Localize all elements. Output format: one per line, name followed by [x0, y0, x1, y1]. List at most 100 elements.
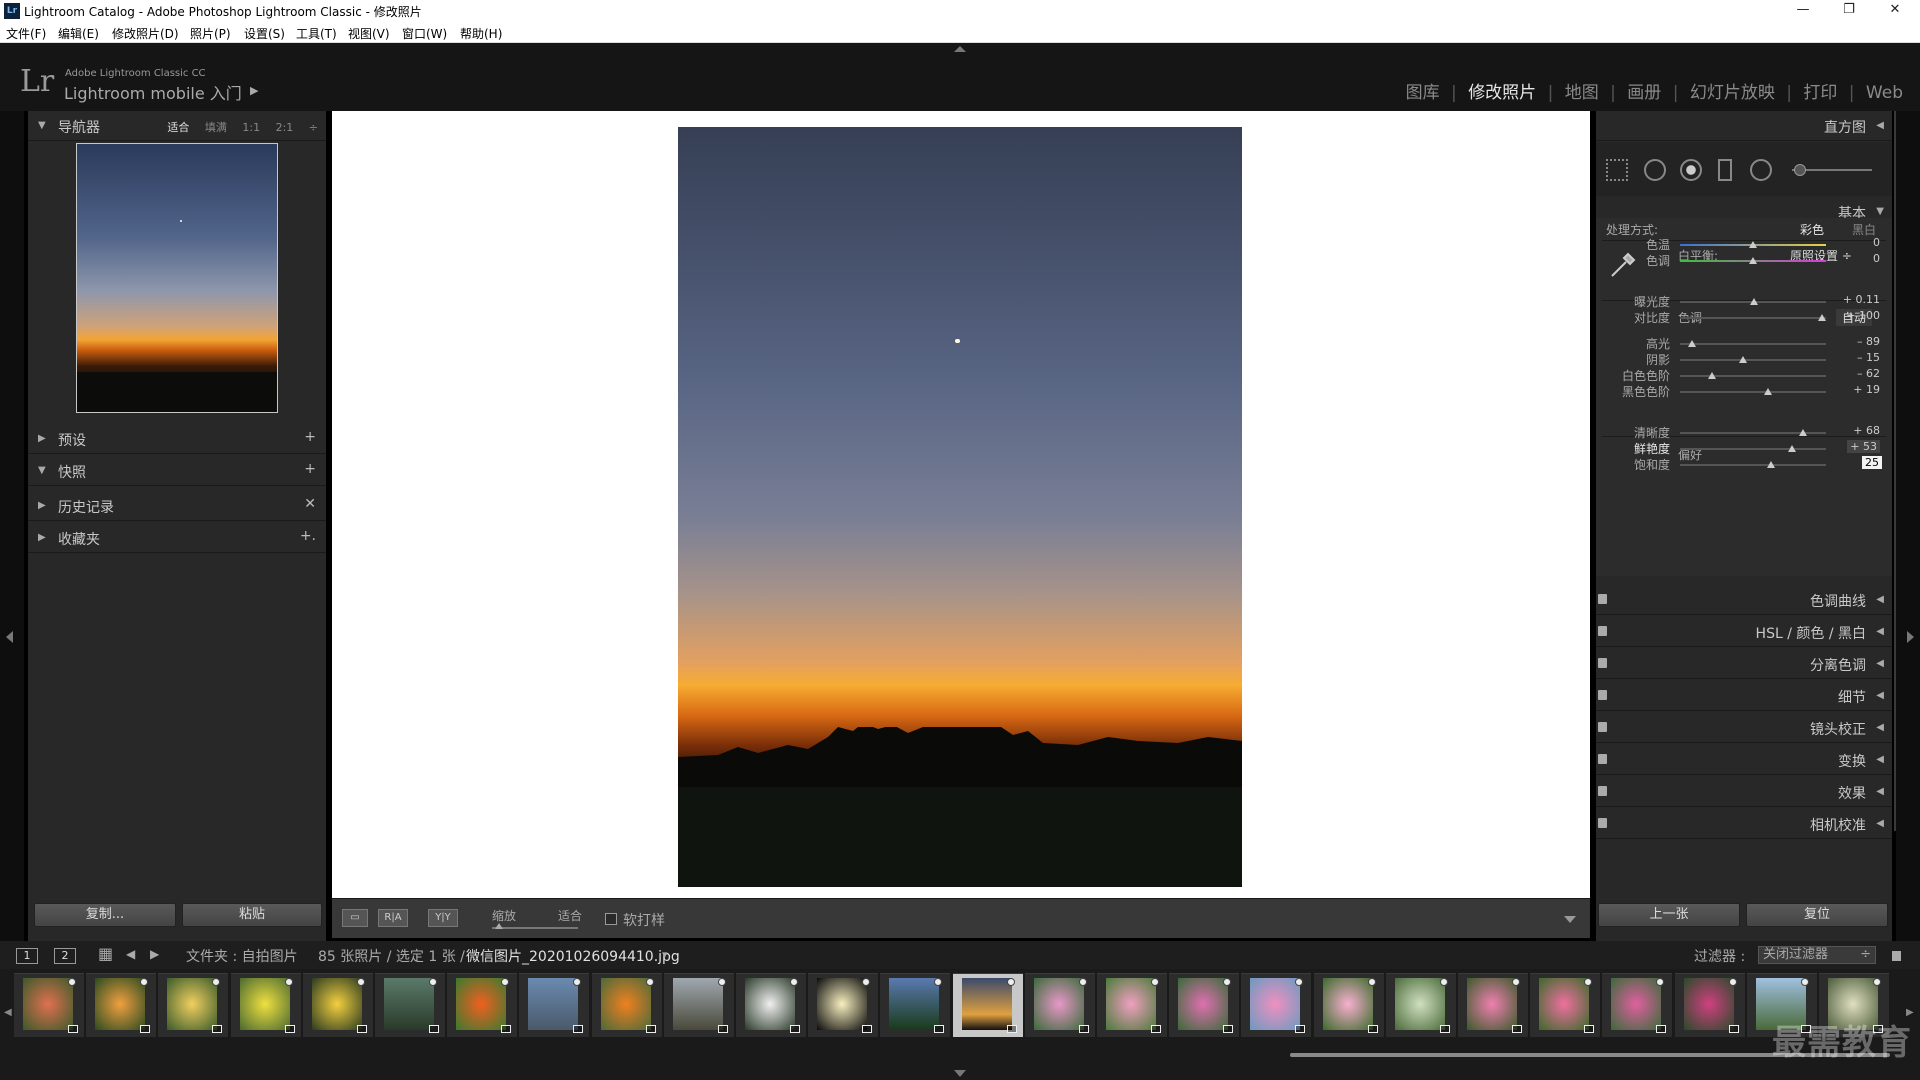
previous-button[interactable]: 上一张	[1598, 903, 1740, 927]
soft-proofing-checkbox[interactable]	[605, 913, 617, 925]
filmstrip-thumbnail[interactable]	[663, 973, 734, 1037]
menu-help[interactable]: 帮助(H)	[460, 25, 502, 42]
filename-dropdown-icon[interactable]: ▾	[662, 948, 668, 961]
panel-switch-icon[interactable]	[1598, 786, 1607, 796]
slider-track[interactable]	[1680, 375, 1826, 377]
menu-photo[interactable]: 照片(P)	[190, 25, 231, 42]
filmstrip-thumbnail[interactable]	[1241, 973, 1312, 1037]
panel-switch-icon[interactable]	[1598, 754, 1607, 764]
filmstrip-thumbnail[interactable]	[1458, 973, 1528, 1037]
restore-button[interactable]: ❐	[1834, 2, 1864, 17]
reset-button[interactable]: 复位	[1746, 903, 1888, 927]
slider-handle[interactable]	[1798, 429, 1807, 436]
brush-slider-handle[interactable]	[1794, 164, 1806, 176]
crop-tool-icon[interactable]	[1606, 159, 1628, 181]
radial-filter-icon[interactable]	[1750, 159, 1772, 181]
menu-file[interactable]: 文件(F)	[6, 25, 46, 42]
module-book[interactable]: 画册	[1627, 83, 1661, 103]
main-photo[interactable]	[678, 127, 1242, 887]
module-print[interactable]: 打印	[1803, 83, 1837, 103]
slider-track[interactable]	[1680, 391, 1826, 393]
zoom-1-1[interactable]: 1:1	[242, 121, 260, 134]
module-slideshow[interactable]: 幻灯片放映	[1690, 83, 1775, 103]
panel-switch-icon[interactable]	[1598, 690, 1607, 700]
selected-filename[interactable]: 微信图片_20201026094410.jpg	[466, 946, 680, 966]
module-map[interactable]: 地图	[1565, 83, 1599, 103]
folder-path[interactable]: 文件夹 : 自拍图片	[186, 946, 298, 966]
navigator-preview[interactable]	[76, 143, 278, 413]
menu-edit[interactable]: 编辑(E)	[58, 25, 99, 42]
right-panel-scrollbar[interactable]	[1894, 111, 1896, 831]
forward-arrow-icon[interactable]: ▶	[150, 947, 159, 961]
slider-handle[interactable]	[1749, 241, 1757, 248]
filmstrip-thumbnail[interactable]	[1097, 973, 1167, 1037]
filmstrip-thumbnail[interactable]	[230, 973, 301, 1037]
slider-track[interactable]	[1680, 317, 1826, 319]
filmstrip-left-icon[interactable]: ◀	[4, 1007, 12, 1018]
collapsed-panel-header[interactable]: HSL / 颜色 / 黑白 ◀	[1596, 617, 1892, 647]
slider-handle[interactable]	[1708, 372, 1717, 379]
collapsed-panel-header[interactable]: 细节 ◀	[1596, 681, 1892, 711]
slider-handle[interactable]	[1763, 388, 1772, 395]
treatment-color[interactable]: 彩色	[1800, 221, 1824, 238]
filmstrip-thumbnail[interactable]	[375, 973, 445, 1037]
collapsed-panel-header[interactable]: 效果 ◀	[1596, 777, 1892, 807]
panel-switch-icon[interactable]	[1598, 594, 1607, 604]
secondary-window-button[interactable]: 2	[54, 948, 76, 964]
right-panel-toggle-icon[interactable]	[1907, 631, 1914, 643]
filmstrip-thumbnail[interactable]	[1674, 973, 1745, 1037]
left-panel-toggle-icon[interactable]	[6, 631, 13, 643]
add-collection-icon[interactable]: +.	[300, 528, 316, 544]
filmstrip-thumbnail[interactable]	[1530, 973, 1601, 1037]
slider-handle[interactable]	[1687, 340, 1696, 347]
presets-header[interactable]: ▶ 预设 +	[28, 424, 326, 454]
right-edge[interactable]	[1896, 111, 1920, 941]
zoom-fill[interactable]: 填满	[205, 121, 227, 134]
menu-window[interactable]: 窗口(W)	[402, 25, 447, 42]
filter-select[interactable]: 关闭过滤器 ÷	[1758, 946, 1876, 964]
toolbar-options-dropdown-icon[interactable]	[1564, 916, 1576, 923]
history-header[interactable]: ▶ 历史记录 ✕	[28, 491, 326, 521]
before-after-icon[interactable]: R|A	[378, 909, 408, 927]
zoom-slider[interactable]	[492, 927, 578, 929]
filmstrip-thumbnail[interactable]	[591, 973, 662, 1037]
filmstrip-thumbnail[interactable]	[14, 973, 84, 1037]
filmstrip-thumbnail[interactable]	[808, 973, 879, 1037]
zoom-fit[interactable]: 适合	[167, 121, 189, 134]
close-button[interactable]: ✕	[1880, 2, 1910, 17]
panel-switch-icon[interactable]	[1598, 626, 1607, 636]
top-panel-toggle-icon[interactable]	[954, 46, 966, 52]
collapsed-panel-header[interactable]: 镜头校正 ◀	[1596, 713, 1892, 743]
panel-switch-icon[interactable]	[1598, 818, 1607, 828]
module-library[interactable]: 图库	[1406, 83, 1440, 103]
slider-track[interactable]	[1680, 464, 1826, 466]
eyedropper-icon[interactable]	[1608, 250, 1638, 280]
graduated-filter-icon[interactable]	[1718, 159, 1732, 181]
slider-handle[interactable]	[1749, 257, 1757, 264]
collapsed-panel-header[interactable]: 色调曲线 ◀	[1596, 585, 1892, 615]
primary-window-button[interactable]: 1	[16, 948, 38, 964]
zoom-slider-handle[interactable]	[495, 923, 503, 929]
zoom-more-icon[interactable]: ÷	[309, 121, 318, 134]
loupe-view-icon[interactable]: ▭	[342, 909, 368, 927]
minimize-button[interactable]: —	[1788, 2, 1818, 17]
filmstrip-thumbnail[interactable]	[302, 973, 373, 1037]
slider-handle[interactable]	[1788, 445, 1797, 452]
module-develop[interactable]: 修改照片	[1468, 83, 1536, 103]
identity-plate-mobile[interactable]: Lightroom mobile 入门	[64, 80, 242, 104]
panel-switch-icon[interactable]	[1598, 722, 1607, 732]
filmstrip-thumbnail[interactable]	[736, 973, 806, 1037]
grid-view-icon[interactable]: ▦	[98, 944, 113, 963]
filmstrip-thumbnail[interactable]	[1313, 973, 1384, 1037]
slider-track[interactable]	[1680, 359, 1826, 361]
filmstrip-thumbnail[interactable]	[880, 973, 951, 1037]
slider-handle[interactable]	[1766, 461, 1775, 468]
clear-history-icon[interactable]: ✕	[304, 496, 316, 512]
navigator-header[interactable]: ▼ 导航器 适合 填满 1:1 2:1 ÷	[28, 111, 326, 141]
back-arrow-icon[interactable]: ◀	[126, 947, 135, 961]
slider-value[interactable]: 25	[1862, 456, 1882, 469]
spot-removal-icon[interactable]	[1644, 159, 1666, 181]
panel-switch-icon[interactable]	[1598, 658, 1607, 668]
slider-track[interactable]	[1680, 343, 1826, 345]
play-arrow-icon[interactable]: ▶	[250, 84, 258, 97]
